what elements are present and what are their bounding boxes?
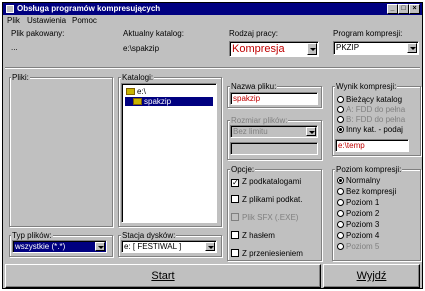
wynik-option-a[interactable]: A: FDD do pełna — [337, 105, 405, 114]
rodzaj-pracy-dropdown-icon[interactable] — [307, 43, 317, 55]
wynik-option-b[interactable]: B: FDD do pełna — [337, 115, 405, 124]
title-bar: Obsługa programów kompresujących _ □ × — [3, 3, 422, 15]
poziom-label: Poziom kompresji: — [335, 165, 403, 174]
program-kompresji-dropdown-icon[interactable] — [407, 43, 417, 53]
opcja-haslo[interactable]: Z hasłem — [231, 231, 275, 240]
window-title: Obsługa programów kompresujących — [17, 4, 161, 13]
katalog-item-selected[interactable]: spakzip — [125, 97, 213, 106]
stacja-select[interactable]: e: [ FESTIWAL ] — [121, 240, 217, 253]
poziom-4[interactable]: Poziom 4 — [337, 231, 379, 240]
minimize-button[interactable]: _ — [387, 4, 398, 14]
stacja-label: Stacja dysków: — [121, 231, 177, 240]
rodzaj-pracy-value: Kompresja — [232, 43, 285, 55]
menu-plik[interactable]: Plik — [7, 16, 20, 25]
nazwa-pliku-label: Nazwa pliku: — [230, 82, 278, 91]
aktualny-katalog-value: e:\spakzip — [123, 44, 160, 53]
checkbox-checked: ✓ — [231, 178, 239, 187]
rozmiar-dropdown-icon[interactable] — [306, 127, 316, 136]
rodzaj-pracy-label: Rodzaj pracy: — [229, 29, 278, 38]
katalog-item-root[interactable]: e:\ — [126, 87, 146, 96]
program-kompresji-label: Program kompresji: — [333, 29, 403, 38]
maximize-button[interactable]: □ — [398, 4, 409, 14]
typ-plikow-dropdown-icon[interactable] — [95, 242, 105, 251]
typ-plikow-select[interactable]: wszystkie (*.*) — [12, 240, 107, 253]
poziom-5[interactable]: Poziom 5 — [337, 242, 379, 251]
open-folder-icon — [133, 98, 142, 105]
pliki-label: Pliki: — [11, 73, 30, 82]
poziom-normalny[interactable]: Normalny — [337, 176, 380, 185]
menu-pomoc[interactable]: Pomoc — [72, 16, 97, 25]
program-kompresji-select[interactable]: PKZIP — [333, 41, 419, 55]
rozmiar-select[interactable]: Bez limitu — [230, 125, 318, 138]
typ-plikow-value: wszystkie (*.*) — [15, 242, 66, 251]
rozmiar-value: Bez limitu — [233, 127, 268, 136]
poziom-2[interactable]: Poziom 2 — [337, 209, 379, 218]
opcja-pliki-podkat[interactable]: Z plikami podkat. — [231, 195, 302, 204]
typ-plikow-label: Typ plików: — [11, 231, 53, 240]
nazwa-pliku-input[interactable]: spakzip — [230, 92, 318, 105]
opcja-przeniesienie[interactable]: Z przeniesieniem — [231, 249, 303, 258]
main-window: Obsługa programów kompresujących _ □ × P… — [2, 2, 423, 289]
menu-bar: Plik Ustawienia Pomoc — [3, 15, 422, 26]
plik-pakowany-value: ... — [11, 43, 18, 52]
wynik-option-biezacy[interactable]: Bieżący katalog — [337, 95, 402, 104]
opcja-podkatalogi[interactable]: ✓ Z podkatalogami — [231, 177, 301, 187]
stacja-value: e: [ FESTIWAL ] — [124, 242, 182, 251]
start-button[interactable]: Start — [5, 264, 321, 288]
rozmiar-custom-input[interactable] — [230, 142, 318, 155]
wynik-path-input[interactable]: e:\temp — [335, 139, 409, 152]
rodzaj-pracy-select[interactable]: Kompresja — [229, 41, 319, 57]
folder-icon — [126, 88, 135, 95]
app-icon — [6, 5, 14, 13]
separator-top — [5, 67, 420, 69]
wyjdz-button[interactable]: Wyjdź — [323, 264, 420, 288]
menu-ustawienia[interactable]: Ustawienia — [27, 16, 66, 25]
program-kompresji-value: PKZIP — [336, 43, 360, 52]
opcja-sfx[interactable]: Plik SFX (.EXE) — [231, 213, 298, 222]
poziom-bez[interactable]: Bez kompresji — [337, 187, 396, 196]
poziom-1[interactable]: Poziom 1 — [337, 198, 379, 207]
rozmiar-label: Rozmiar plików: — [230, 116, 289, 125]
wynik-option-inny[interactable]: Inny kat. - podaj — [337, 125, 403, 134]
katalogi-list[interactable]: e:\ spakzip — [121, 83, 217, 223]
close-button[interactable]: × — [409, 4, 420, 14]
stacja-dropdown-icon[interactable] — [205, 242, 215, 251]
wynik-label: Wynik kompresji: — [335, 82, 398, 91]
katalogi-label: Katalogi: — [121, 73, 155, 82]
plik-pakowany-label: Plik pakowany: — [11, 29, 65, 38]
poziom-3[interactable]: Poziom 3 — [337, 220, 379, 229]
aktualny-katalog-label: Aktualny katalog: — [123, 29, 184, 38]
pliki-group — [9, 77, 113, 227]
opcje-label: Opcje: — [230, 165, 256, 174]
